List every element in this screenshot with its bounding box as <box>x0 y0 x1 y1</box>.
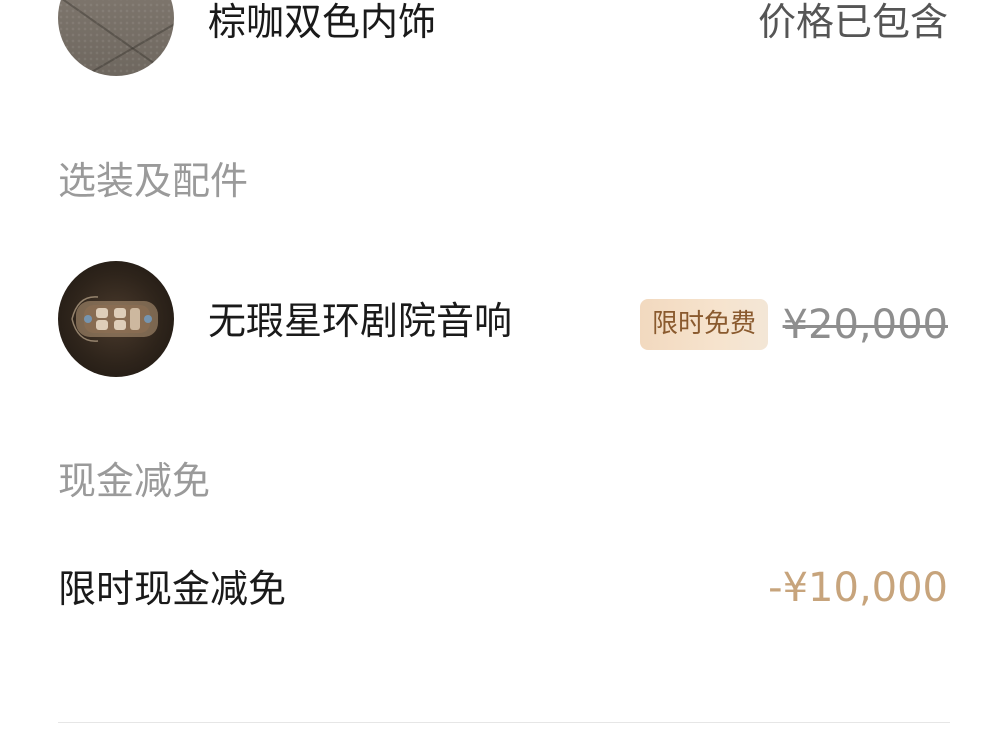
cash-discount-title: 限时现金减免 <box>58 567 287 611</box>
audio-original-price: ¥20,000 <box>782 302 948 348</box>
interior-swatch-thumbnail <box>58 0 174 76</box>
options-section-heading: 选装及配件 <box>58 159 249 203</box>
interior-title: 棕咖双色内饰 <box>208 0 437 44</box>
section-divider <box>58 722 950 723</box>
cash-section-heading: 现金减免 <box>58 459 211 503</box>
audio-option-row[interactable]: 无瑕星环剧院音响 限时免费 ¥20,000 <box>58 261 948 377</box>
interior-price-note: 价格已包含 <box>757 0 948 44</box>
order-config-page: 棕咖双色内饰 价格已包含 选装及配件 无瑕星环剧院音响 限时免费 ¥20,000… <box>0 0 1008 756</box>
interior-option-row[interactable]: 棕咖双色内饰 价格已包含 <box>58 0 948 76</box>
limited-free-badge: 限时免费 <box>639 299 768 350</box>
car-cutaway-icon <box>71 296 158 342</box>
audio-option-title: 无瑕星环剧院音响 <box>208 299 513 343</box>
audio-car-thumbnail <box>58 261 174 377</box>
cash-discount-value: -¥10,000 <box>768 565 948 611</box>
